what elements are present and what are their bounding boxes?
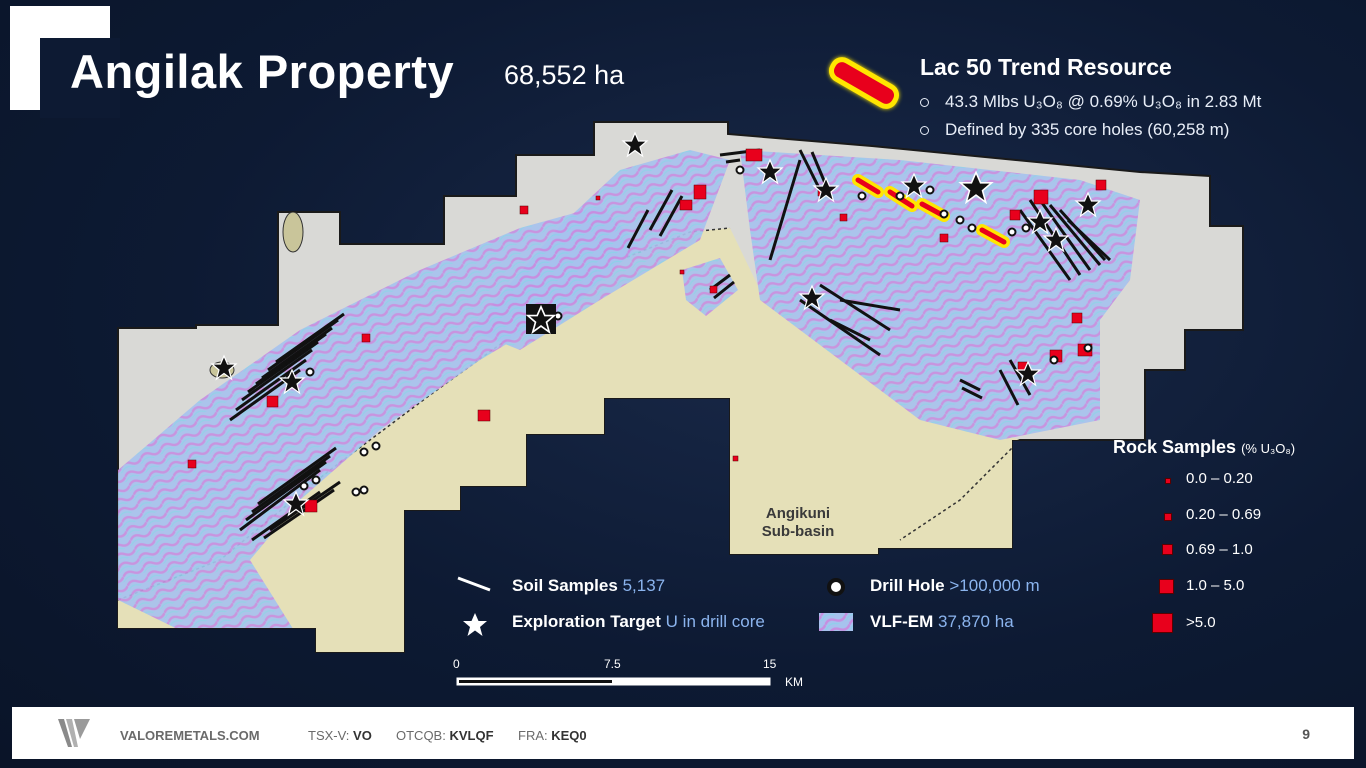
footer-website: VALOREMETALS.COM xyxy=(120,728,260,743)
page-number: 9 xyxy=(1302,726,1310,742)
property-area: 68,552 ha xyxy=(504,60,625,90)
rock-class-4-label: >5.0 xyxy=(1186,614,1216,631)
rock-class-4-swatch xyxy=(1152,613,1173,633)
rock-class-1-swatch xyxy=(1164,513,1172,521)
rock-class-3-swatch xyxy=(1159,579,1174,594)
page-title: Angilak Property xyxy=(70,45,455,98)
footer-ticker-tsxv: TSX-V: VO xyxy=(308,728,372,743)
legend-vlf-em: VLF-EM 37,870 ha xyxy=(870,612,1014,631)
legend-exploration-target: Exploration Target U in drill core xyxy=(512,612,765,631)
legend-soil-samples: Soil Samples 5,137 xyxy=(512,576,666,595)
rock-samples-title: Rock Samples (% U₃O₈) xyxy=(1113,437,1296,457)
rock-class-0-swatch xyxy=(1165,478,1171,484)
legend-drill-hole: Drill Hole >100,000 m xyxy=(870,576,1040,595)
valore-logo-icon xyxy=(58,719,90,747)
basin-label: Angikuni Sub-basin xyxy=(761,505,835,540)
footer-ticker-fra: FRA: KEQ0 xyxy=(518,728,587,743)
soil-samples-legend-icon xyxy=(457,576,491,592)
lac50-bullet-resource: 43.3 Mlbs U₃O₈ @ 0.69% U₃O₈ in 2.83 Mt xyxy=(920,92,1261,112)
lac50-title: Lac 50 Trend Resource xyxy=(920,54,1172,80)
rock-class-1-label: 0.20 – 0.69 xyxy=(1186,506,1262,523)
slide: Angilak Property 68,552 ha Lac 50 Trend … xyxy=(0,0,1366,768)
scale-unit: KM xyxy=(785,675,803,689)
rock-class-2-label: 0.69 – 1.0 xyxy=(1186,541,1253,558)
scale-tick-2: 15 xyxy=(763,657,777,671)
rock-class-0-label: 0.0 – 0.20 xyxy=(1186,470,1253,487)
footer-bar: VALOREMETALS.COM TSX-V: VO OTCQB: KVLQF … xyxy=(12,707,1354,759)
scale-tick-1: 7.5 xyxy=(604,657,621,671)
rock-class-3-label: 1.0 – 5.0 xyxy=(1186,577,1245,594)
property-map xyxy=(117,121,1244,686)
footer-ticker-otcqb: OTCQB: KVLQF xyxy=(396,728,494,743)
drill-hole-legend-icon xyxy=(827,578,845,596)
scale-tick-0: 0 xyxy=(453,657,460,671)
exploration-target-legend-icon xyxy=(463,613,487,636)
vlf-em-legend-icon xyxy=(819,613,853,631)
rock-class-2-swatch xyxy=(1162,544,1173,555)
lac50-bullet-holes: Defined by 335 core holes (60,258 m) xyxy=(920,120,1229,140)
